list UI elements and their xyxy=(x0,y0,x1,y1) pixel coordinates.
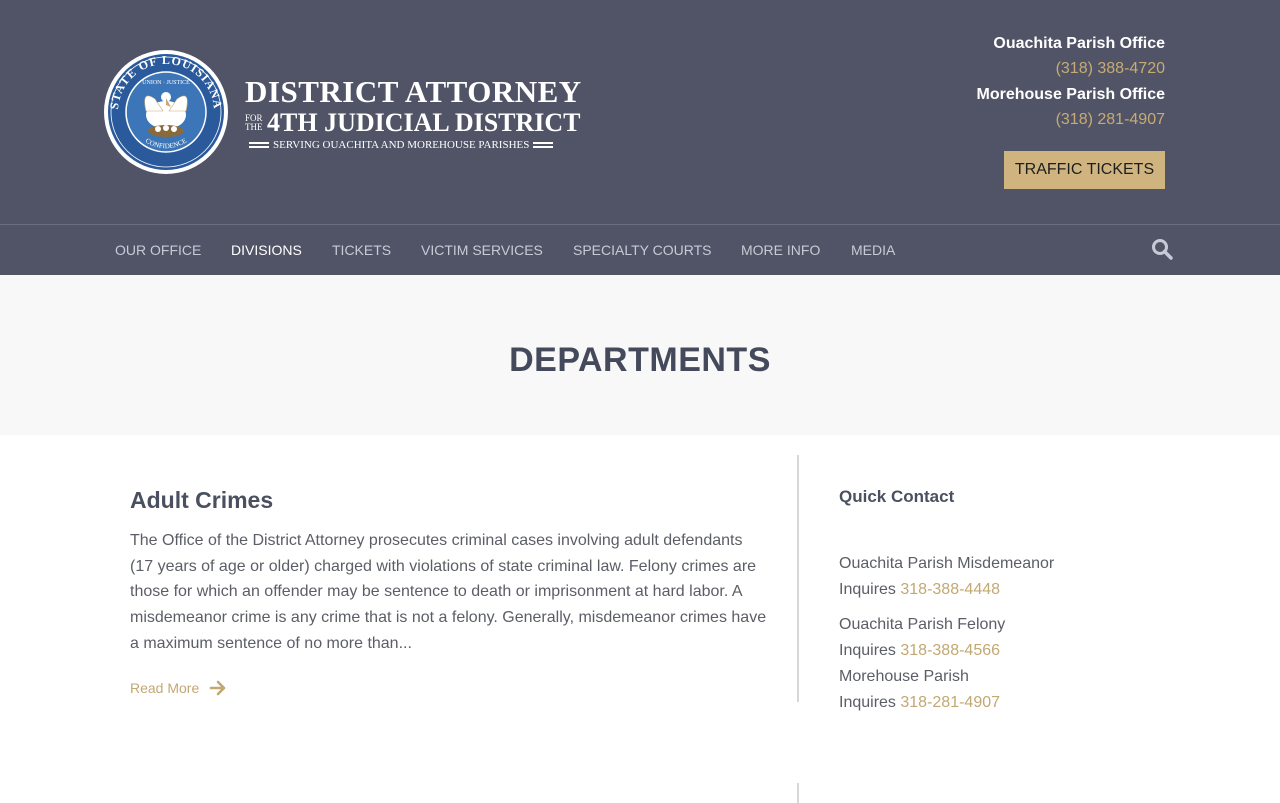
nav-our-office[interactable]: OUR OFFICE xyxy=(115,242,201,258)
traffic-tickets-button[interactable]: TRAFFIC TICKETS xyxy=(1004,151,1165,189)
office-name-ouachita: Ouachita Parish Office xyxy=(993,35,1165,52)
contact-prefix: Inquires xyxy=(839,580,896,598)
nav-tickets[interactable]: TICKETS xyxy=(332,242,391,258)
main-content: Adult Crimes The Office of the District … xyxy=(0,435,1280,803)
tagline-bar-left xyxy=(249,142,269,148)
column-divider-lower xyxy=(797,783,799,803)
column-divider xyxy=(797,455,799,702)
search-icon[interactable] xyxy=(1151,238,1173,260)
article-excerpt: The Office of the District Attorney pros… xyxy=(130,532,767,652)
page-banner: DEPARTMENTS xyxy=(0,275,1280,435)
brand-title: DISTRICT ATTORNEY xyxy=(245,74,582,109)
contact-label: Ouachita Parish Felony xyxy=(839,616,1006,634)
nav-media[interactable]: MEDIA xyxy=(851,242,895,258)
page-title: DEPARTMENTS xyxy=(509,341,771,379)
office-phone-morehouse[interactable]: (318) 281-4907 xyxy=(977,107,1165,133)
quick-contact-sidebar: Quick Contact Ouachita Parish Misdemeano… xyxy=(839,487,1139,715)
office-phone-ouachita[interactable]: (318) 388-4720 xyxy=(977,56,1165,82)
brand-tagline: SERVING OUACHITA AND MOREHOUSE PARISHES xyxy=(273,139,530,151)
contact-prefix: Inquires xyxy=(839,693,896,711)
arrow-right-icon xyxy=(209,680,226,696)
brand-for-the: FOR THE xyxy=(245,113,263,132)
nav-more-info[interactable]: MORE INFO xyxy=(741,242,820,258)
contact-phone-link[interactable]: 318-281-4907 xyxy=(900,694,1000,711)
main-nav: OUR OFFICE DIVISIONS TICKETS VICTIM SERV… xyxy=(0,224,1280,275)
read-more-label: Read More xyxy=(130,680,200,696)
site-header: STATE OF LOUISIANA UNION · JUSTICE CONFI… xyxy=(0,0,1280,224)
header-contacts: Ouachita Parish Office (318) 388-4720 Mo… xyxy=(977,31,1166,133)
contact-label: Morehouse Parish xyxy=(839,667,969,685)
louisiana-seal-logo[interactable]: STATE OF LOUISIANA UNION · JUSTICE CONFI… xyxy=(103,49,229,175)
nav-specialty-courts[interactable]: SPECIALTY COURTS xyxy=(573,242,711,258)
contact-label: Ouachita Parish Misdemeanor xyxy=(839,555,1055,572)
contact-prefix: Inquires xyxy=(839,642,896,660)
brand-district: 4TH JUDICIAL DISTRICT xyxy=(267,108,581,137)
contact-phone-link[interactable]: 318-388-4566 xyxy=(900,642,1000,659)
contact-phone-link[interactable]: 318-388-4448 xyxy=(900,581,1000,598)
article-title[interactable]: Adult Crimes xyxy=(130,487,273,514)
read-more-link[interactable]: Read More xyxy=(130,680,227,696)
svg-text:UNION · JUSTICE: UNION · JUSTICE xyxy=(142,80,190,86)
contact-morehouse: Morehouse Parish Inquires 318-281-4907 xyxy=(839,664,1139,715)
tagline-bar-right xyxy=(533,142,554,148)
site-brand[interactable]: DISTRICT ATTORNEY FOR THE 4TH JUDICIAL D… xyxy=(245,74,582,152)
quick-contact-title: Quick Contact xyxy=(839,487,955,506)
contact-ouachita-felony: Ouachita Parish Felony Inquires 318-388-… xyxy=(839,612,1139,663)
contact-ouachita-misdemeanor: Ouachita Parish Misdemeanor Inquires 318… xyxy=(839,551,1139,602)
nav-divisions[interactable]: DIVISIONS xyxy=(231,242,302,258)
office-name-morehouse: Morehouse Parish Office xyxy=(976,86,1166,103)
nav-victim-services[interactable]: VICTIM SERVICES xyxy=(421,242,543,258)
